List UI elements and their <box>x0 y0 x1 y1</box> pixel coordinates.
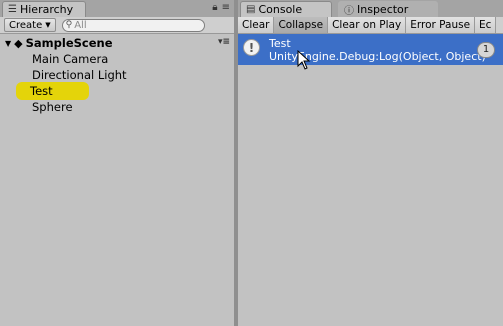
hierarchy-toolbar: Create ▼ ⚲ <box>0 17 234 34</box>
chevron-down-icon: ▼ <box>45 21 51 29</box>
scene-name: SampleScene <box>25 36 113 50</box>
create-button[interactable]: Create ▼ <box>4 18 56 32</box>
tab-console[interactable]: ▤ Console <box>240 1 332 17</box>
console-icon: ▤ <box>246 4 256 15</box>
search-icon[interactable]: ⚲ <box>66 20 73 30</box>
info-icon: ⓘ <box>344 6 354 17</box>
hierarchy-item-sphere[interactable]: Sphere <box>32 99 73 115</box>
collapse-button[interactable]: Collapse <box>274 17 329 33</box>
hierarchy-item-test[interactable]: Test <box>16 82 89 100</box>
console-panel: ▤ Console ⓘ Inspector Clear Collapse Cle… <box>238 0 503 326</box>
log-count-badge: 1 <box>477 42 495 58</box>
hierarchy-item-directional-light[interactable]: Directional Light <box>32 67 127 83</box>
unity-logo-icon: ◆ <box>14 36 23 50</box>
tab-hierarchy[interactable]: ☰ Hierarchy <box>2 1 86 17</box>
scene-menu-icon[interactable]: ▾≡ <box>218 37 230 47</box>
create-button-label: Create <box>9 19 43 31</box>
tab-inspector[interactable]: ⓘ Inspector <box>338 1 438 17</box>
hierarchy-panel: ☰ Hierarchy 🔒︎ ≡ Create ▼ ⚲ ▼ ◆ SampleSc… <box>0 0 234 326</box>
list-icon: ☰ <box>8 4 17 15</box>
tab-hierarchy-label: Hierarchy <box>19 3 74 16</box>
clear-on-play-button[interactable]: Clear on Play <box>328 17 407 33</box>
scene-row[interactable]: ▼ ◆ SampleScene ▾≡ <box>0 35 234 51</box>
search-field[interactable]: ⚲ <box>61 18 205 32</box>
editor-button[interactable]: Ec <box>475 17 497 33</box>
lock-icon[interactable]: 🔒︎ <box>212 2 217 13</box>
panel-tools: 🔒︎ ≡ <box>212 2 230 13</box>
clear-button[interactable]: Clear <box>238 17 275 33</box>
hierarchy-item-main-camera[interactable]: Main Camera <box>32 51 108 67</box>
console-toolbar: Clear Collapse Clear on Play Error Pause… <box>238 17 503 34</box>
error-pause-button[interactable]: Error Pause <box>406 17 476 33</box>
log-title: Test <box>269 37 291 50</box>
log-entry[interactable]: ! Test UnityEngine.Debug:Log(Object, Obj… <box>238 34 503 65</box>
console-tabstrip: ▤ Console ⓘ Inspector <box>238 0 503 17</box>
tab-inspector-label: Inspector <box>357 3 409 16</box>
info-message-icon: ! <box>243 39 260 56</box>
search-input[interactable] <box>74 19 185 31</box>
hierarchy-tabstrip: ☰ Hierarchy 🔒︎ ≡ <box>0 0 234 17</box>
tab-console-label: Console <box>258 3 303 16</box>
expand-arrow-icon[interactable]: ▼ <box>5 39 11 48</box>
panel-menu-icon[interactable]: ≡ <box>222 2 230 13</box>
mouse-cursor-icon <box>297 50 311 70</box>
